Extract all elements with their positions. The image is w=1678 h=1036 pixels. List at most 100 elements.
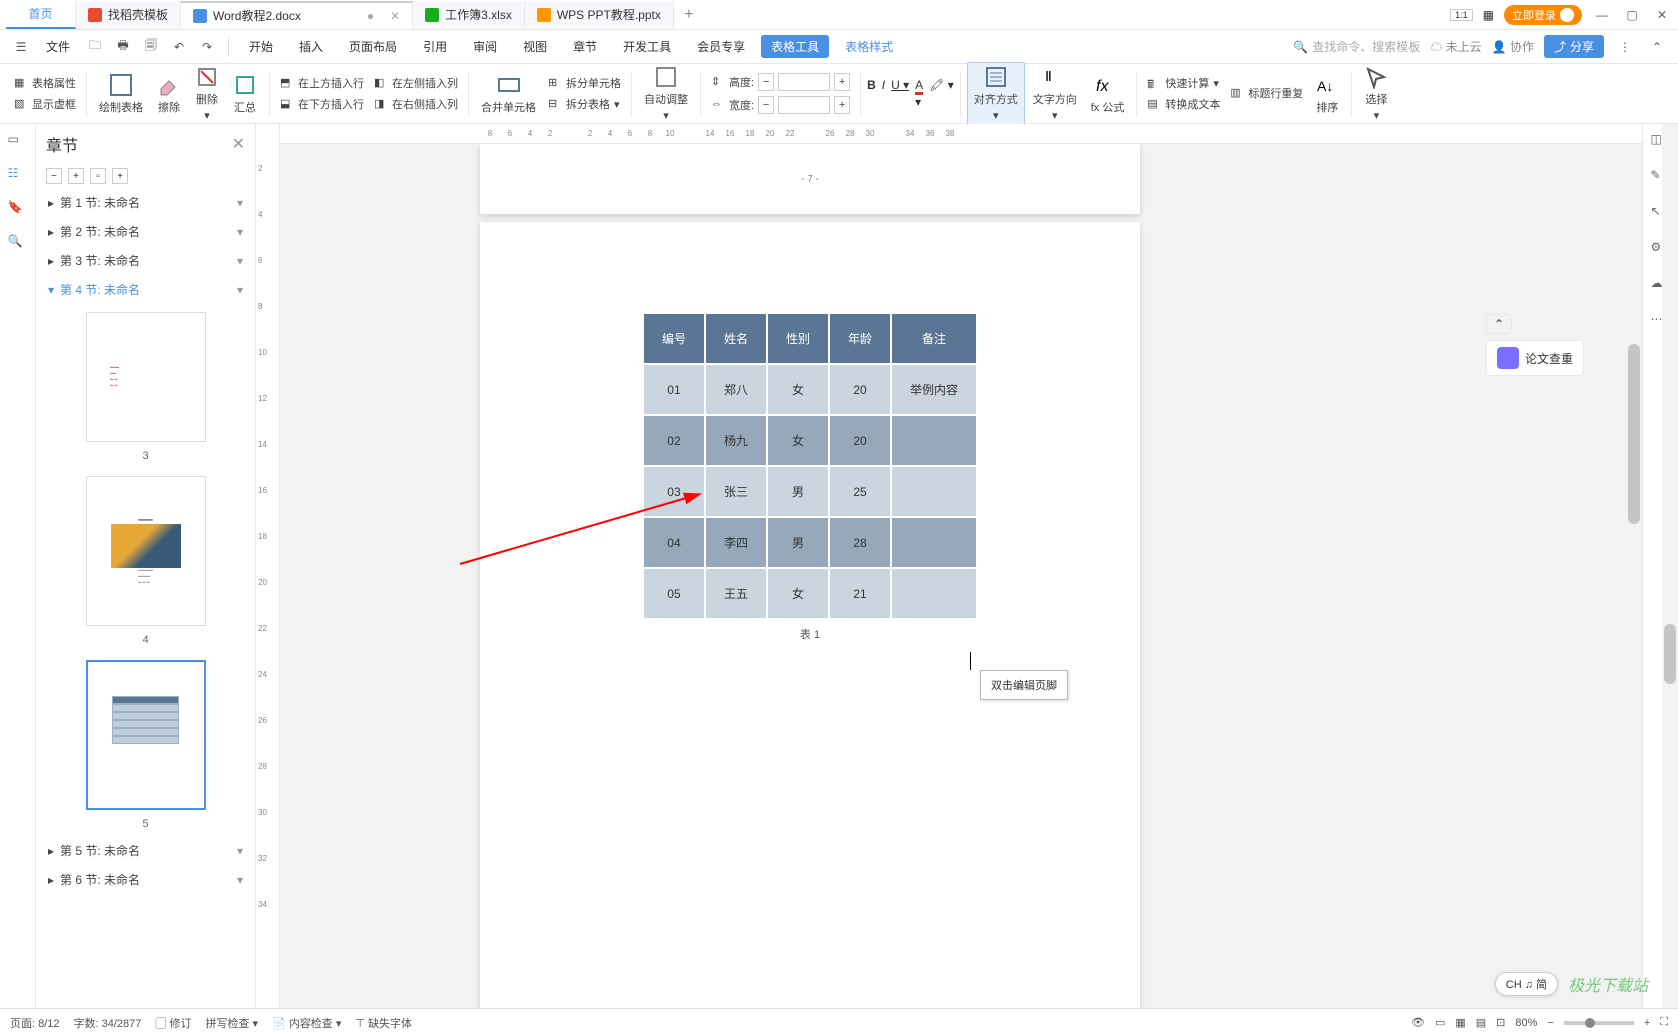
view-eye-icon[interactable]: 👁 <box>1411 1016 1425 1029</box>
table-cell[interactable]: 21 <box>829 568 891 619</box>
table-cell[interactable] <box>891 466 977 517</box>
status-missing-font[interactable]: ⊤ 缺失字体 <box>355 1015 412 1031</box>
sort-button[interactable]: A↓排序 <box>1309 71 1345 117</box>
fit-icon[interactable]: ⊡ <box>1496 1016 1505 1029</box>
table-cell[interactable]: 男 <box>767 517 829 568</box>
table-header[interactable]: 姓名 <box>705 313 767 364</box>
nav-tool-delete[interactable]: + <box>112 168 128 184</box>
file-menu[interactable]: 文件 <box>38 38 78 55</box>
width-field[interactable] <box>778 96 830 114</box>
split-cells-button[interactable]: ⊞拆分单元格 <box>544 73 625 93</box>
table-cell[interactable] <box>891 415 977 466</box>
status-track[interactable]: ▢ 修订 <box>155 1015 191 1031</box>
table-header[interactable]: 性别 <box>767 313 829 364</box>
menu-reference[interactable]: 引用 <box>413 38 457 55</box>
select-button[interactable]: 选择 ▾ <box>1358 63 1394 124</box>
plagiarism-check-button[interactable]: 论文查重 <box>1486 340 1584 376</box>
tab-word-doc[interactable]: Word教程2.docx●✕ <box>181 1 413 29</box>
nav-tool-expand[interactable]: + <box>68 168 84 184</box>
menu-start[interactable]: 开始 <box>239 38 283 55</box>
convert-text-button[interactable]: ▤转换成文本 <box>1143 94 1224 114</box>
nav-scrollbar[interactable] <box>1662 124 1678 1036</box>
undo-icon[interactable]: ↶ <box>168 36 190 58</box>
highlight-button[interactable]: 🖍 ▾ <box>929 78 954 109</box>
cloud-status[interactable]: ☁ 未上云 <box>1430 38 1481 55</box>
rail-page-icon[interactable]: ▭ <box>8 132 28 152</box>
view-outline-icon[interactable]: ▤ <box>1476 1016 1486 1029</box>
table-cell[interactable]: 男 <box>767 466 829 517</box>
table-cell[interactable]: 25 <box>829 466 891 517</box>
section-4[interactable]: ▾第 4 节: 未命名▾ <box>36 275 255 304</box>
section-1[interactable]: ▸第 1 节: 未命名▾ <box>36 188 255 217</box>
status-page[interactable]: 页面: 8/12 <box>10 1015 60 1031</box>
underline-button[interactable]: U ▾ <box>891 78 909 109</box>
table-cell[interactable]: 01 <box>643 364 705 415</box>
table-cell[interactable] <box>891 568 977 619</box>
rail-nav-icon[interactable]: ☷ <box>8 166 28 186</box>
height-inc[interactable]: + <box>834 73 850 91</box>
table-cell[interactable]: 郑八 <box>705 364 767 415</box>
rail-bookmark-icon[interactable]: 🔖 <box>8 200 28 220</box>
tab-home[interactable]: 首页 <box>6 1 76 29</box>
section-5[interactable]: ▸第 5 节: 未命名▾ <box>36 836 255 865</box>
fullscreen-icon[interactable]: ⛶ <box>1660 1016 1668 1029</box>
menu-icon[interactable]: ☰ <box>10 36 32 58</box>
repeat-header-button[interactable]: ▥标题行重复 <box>1226 83 1307 103</box>
view-web-icon[interactable]: ▦ <box>1455 1016 1465 1029</box>
menu-developer[interactable]: 开发工具 <box>613 38 681 55</box>
table-header[interactable]: 编号 <box>643 313 705 364</box>
width-dec[interactable]: − <box>758 96 774 114</box>
insert-col-right-button[interactable]: ◨在右侧插入列 <box>370 94 462 114</box>
nav-close-icon[interactable]: ✕ <box>232 134 245 154</box>
table-cell[interactable]: 举例内容 <box>891 364 977 415</box>
page-current[interactable]: 编号姓名性别年龄备注 01郑八女20举例内容02杨九女2003张三男2504李四… <box>480 222 1140 1022</box>
text-direction-button[interactable]: Ⅱ文字方向 ▾ <box>1027 63 1083 124</box>
width-inc[interactable]: + <box>834 96 850 114</box>
window-minimize[interactable]: ― <box>1592 5 1612 25</box>
status-spell[interactable]: 拼写检查 ▾ <box>205 1015 258 1031</box>
tab-xlsx[interactable]: 工作簿3.xlsx <box>413 1 525 29</box>
bold-button[interactable]: B <box>867 78 876 109</box>
page-thumb-5[interactable] <box>86 660 206 810</box>
coop-button[interactable]: 👤 协作 <box>1492 38 1534 55</box>
font-color-button[interactable]: A ▾ <box>915 78 923 109</box>
table-cell[interactable]: 李四 <box>705 517 767 568</box>
search-input[interactable]: 🔍查找命令、搜索模板 <box>1293 38 1420 55</box>
menu-table-style[interactable]: 表格样式 <box>835 38 903 55</box>
tab-ppt[interactable]: WPS PPT教程.pptx <box>525 1 674 29</box>
print-preview-icon[interactable]: 🗐 <box>140 36 162 58</box>
rail-search-icon[interactable]: 🔍 <box>8 234 28 254</box>
insert-row-below-button[interactable]: ⬓在下方插入行 <box>276 94 368 114</box>
zoom-in-button[interactable]: + <box>1644 1017 1650 1029</box>
table-cell[interactable]: 20 <box>829 364 891 415</box>
nav-tool-new[interactable]: ▫ <box>90 168 106 184</box>
table-row[interactable]: 01郑八女20举例内容 <box>643 364 977 415</box>
float-collapse-icon[interactable]: ⌃ <box>1486 314 1512 334</box>
menu-view[interactable]: 视图 <box>513 38 557 55</box>
table-cell[interactable]: 王五 <box>705 568 767 619</box>
menu-member[interactable]: 会员专享 <box>687 38 755 55</box>
col-width-input[interactable]: ⇔宽度:−+ <box>707 94 854 116</box>
draw-table-button[interactable]: 绘制表格 <box>93 71 149 117</box>
menu-review[interactable]: 审阅 <box>463 38 507 55</box>
section-2[interactable]: ▸第 2 节: 未命名▾ <box>36 217 255 246</box>
merge-cells-button[interactable]: 合并单元格 <box>475 71 542 117</box>
window-maximize[interactable]: ▢ <box>1622 5 1642 25</box>
table-cell[interactable]: 女 <box>767 568 829 619</box>
eraser-button[interactable]: 擦除 <box>151 71 187 117</box>
new-tab-button[interactable]: + <box>674 6 704 24</box>
summary-button[interactable]: 汇总 <box>227 71 263 117</box>
menu-chapter[interactable]: 章节 <box>563 38 607 55</box>
auto-fit-button[interactable]: 自动调整 ▾ <box>638 63 694 124</box>
collapse-ribbon-icon[interactable]: ⌃ <box>1646 36 1668 58</box>
doc-scrollbar[interactable] <box>1626 144 1642 1036</box>
zoom-value[interactable]: 80% <box>1515 1017 1537 1029</box>
table-cell[interactable]: 张三 <box>705 466 767 517</box>
tab-close-icon[interactable]: ✕ <box>390 9 400 23</box>
quick-calc-button[interactable]: 🖩快速计算 ▾ <box>1143 73 1224 93</box>
status-content[interactable]: 📄 内容检查 ▾ <box>272 1015 341 1031</box>
table-properties-button[interactable]: ▦表格属性 <box>10 73 80 93</box>
split-table-button[interactable]: ⊟拆分表格 ▾ <box>544 94 625 114</box>
height-dec[interactable]: − <box>758 73 774 91</box>
insert-col-left-button[interactable]: ◧在左侧插入列 <box>370 73 462 93</box>
